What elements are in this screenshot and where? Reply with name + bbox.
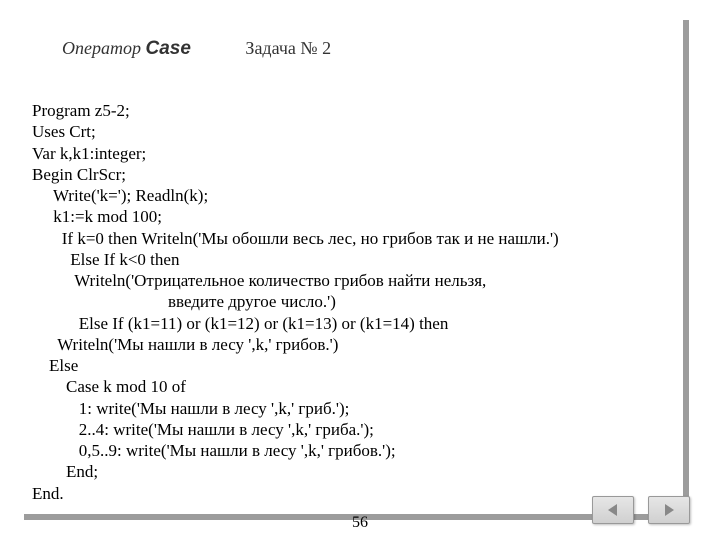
header-task: Задача № 2	[245, 38, 331, 58]
prev-icon	[606, 503, 620, 517]
header-case-keyword: Case	[146, 38, 191, 59]
header-operator: Оператор	[62, 38, 146, 58]
prev-button[interactable]	[592, 496, 634, 524]
code-listing: Program z5-2; Uses Crt; Var k,k1:integer…	[32, 100, 672, 504]
next-icon	[662, 503, 676, 517]
nav-controls	[592, 496, 690, 524]
next-button[interactable]	[648, 496, 690, 524]
slide-header: Оператор Case Задача № 2	[62, 38, 331, 60]
